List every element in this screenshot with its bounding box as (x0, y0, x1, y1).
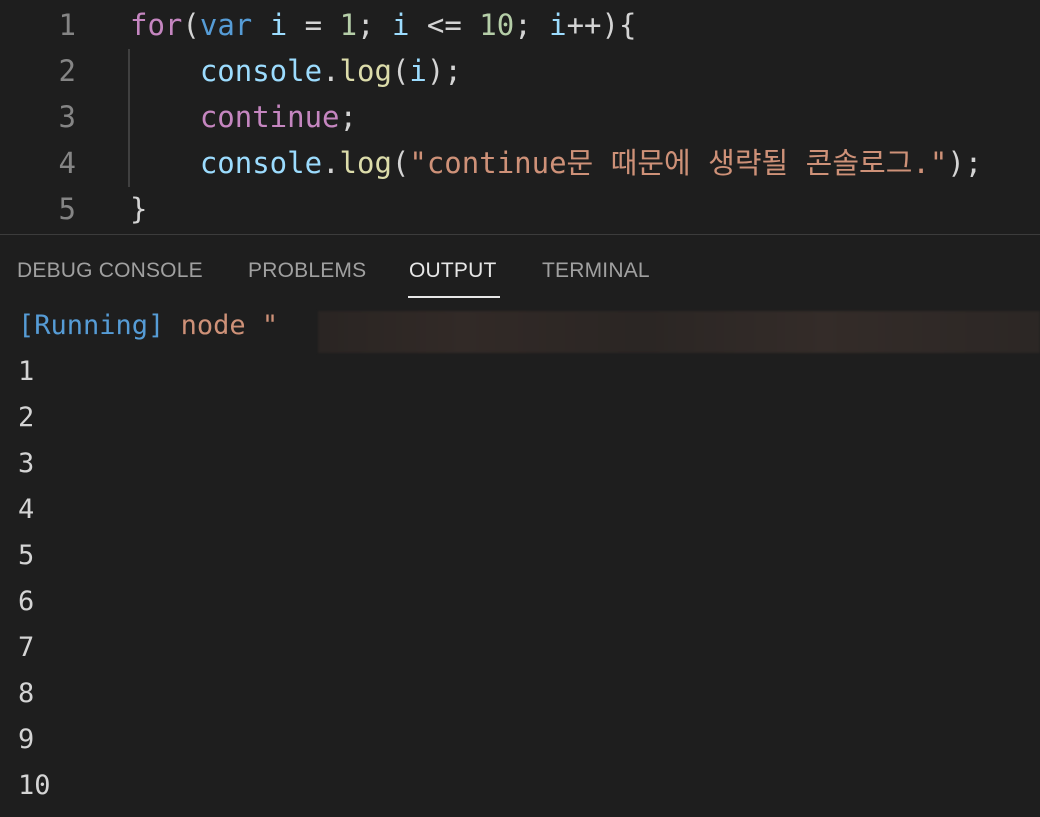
code-text: continue; (130, 94, 357, 140)
code-line[interactable]: 4 console.log("continue문 때문에 생략될 콘솔로그.")… (0, 140, 1040, 186)
code-token: log (339, 146, 392, 180)
active-tab-indicator (408, 296, 500, 298)
tab-problems[interactable]: PROBLEMS (248, 259, 366, 283)
output-line: 9 (18, 724, 35, 755)
code-token: i (409, 54, 427, 88)
code-token: i (269, 8, 288, 42)
running-command: node " (164, 310, 279, 341)
code-token: <= (409, 8, 480, 42)
code-token: for (130, 8, 183, 42)
code-line[interactable]: 1 for(var i = 1; i <= 10; i++){ (0, 2, 1040, 48)
code-token: ; (357, 8, 392, 42)
output-line: 5 (18, 540, 35, 571)
code-token: ); (947, 146, 983, 180)
code-token: . (322, 54, 340, 88)
code-text: } (130, 186, 147, 232)
code-token: } (130, 192, 148, 226)
code-token: ); (426, 54, 462, 88)
output-line: 4 (18, 494, 35, 525)
code-editor[interactable]: 1 for(var i = 1; i <= 10; i++){2 console.… (0, 0, 1040, 234)
tab-debug-console[interactable]: DEBUG CONSOLE (17, 259, 203, 283)
line-number: 2 (58, 54, 76, 88)
code-token: i (549, 8, 567, 42)
output-line: 7 (18, 632, 35, 663)
code-token: 1 (339, 8, 358, 42)
code-token: ( (182, 8, 200, 42)
code-text: console.log(i); (130, 48, 462, 94)
code-text: for(var i = 1; i <= 10; i++){ (130, 2, 636, 48)
output-line: 3 (18, 448, 35, 479)
output-line: 1 (18, 356, 35, 387)
code-token: "continue문 때문에 생략될 콘솔로그." (409, 146, 948, 180)
code-token: var (199, 8, 253, 42)
code-token: console (199, 146, 323, 180)
code-token: ; (339, 100, 357, 134)
code-token: ( (391, 54, 410, 88)
code-token: ; (514, 8, 550, 42)
line-number: 4 (58, 146, 76, 180)
running-line: [Running] node " (18, 303, 278, 349)
code-line[interactable]: 2 console.log(i); (0, 48, 1040, 94)
output-line: 10 (18, 770, 51, 801)
code-line[interactable]: 3 continue; (0, 94, 1040, 140)
code-line[interactable]: 5} (0, 186, 1040, 232)
running-tag: [Running] (18, 310, 165, 341)
output-line: 8 (18, 678, 35, 709)
code-token: . (322, 146, 340, 180)
code-token: console (199, 54, 323, 88)
code-token: continue (199, 100, 340, 134)
code-text: console.log("continue문 때문에 생략될 콘솔로그."); (130, 140, 982, 186)
line-number: 1 (58, 8, 76, 42)
panel-tabs: DEBUG CONSOLE PROBLEMS OUTPUT TERMINAL (0, 235, 1040, 299)
redacted-path (318, 311, 1040, 353)
output-line: 6 (18, 586, 35, 617)
code-token: 10 (479, 8, 515, 42)
code-token: ++){ (566, 8, 637, 42)
output-line: 2 (18, 402, 35, 433)
bottom-panel: DEBUG CONSOLE PROBLEMS OUTPUT TERMINAL [… (0, 234, 1040, 817)
code-token: log (339, 54, 392, 88)
code-token: i (391, 8, 410, 42)
code-token: ( (391, 146, 410, 180)
tab-output[interactable]: OUTPUT (409, 259, 497, 283)
line-number: 5 (58, 192, 76, 226)
line-number: 3 (58, 100, 76, 134)
tab-terminal[interactable]: TERMINAL (542, 259, 650, 283)
code-token: = (287, 8, 340, 42)
